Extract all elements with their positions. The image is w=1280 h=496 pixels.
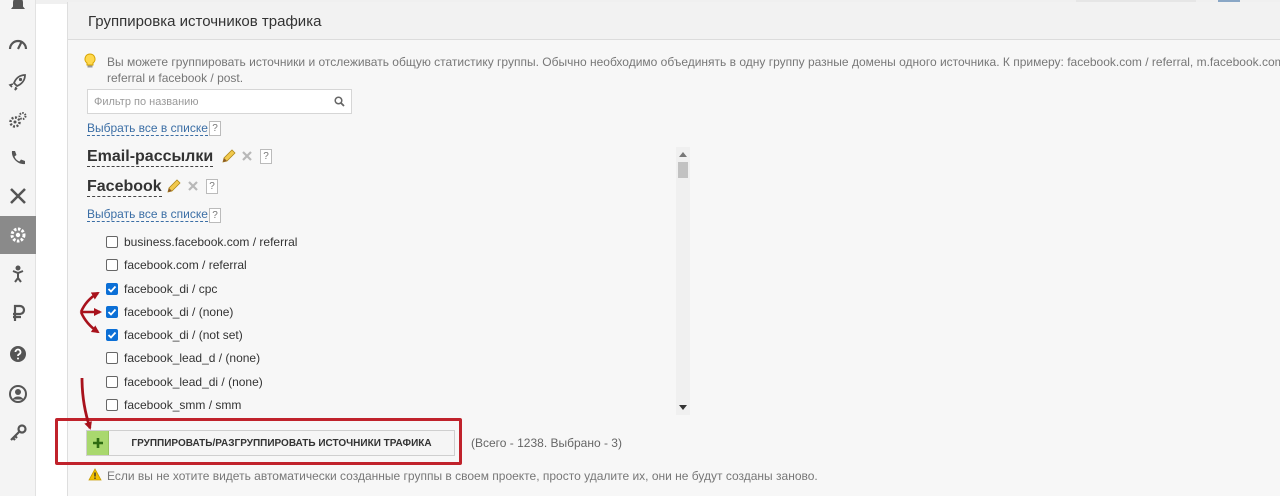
tools-icon — [10, 188, 26, 204]
help-button[interactable]: ? — [209, 208, 221, 223]
checkmark-icon — [107, 308, 117, 316]
scroll-down-button[interactable] — [676, 401, 690, 415]
list-item[interactable]: facebook_di / (not set) — [106, 326, 243, 344]
warning-icon — [88, 468, 102, 481]
help-button[interactable]: ? — [209, 121, 221, 136]
list-scrollbar[interactable] — [676, 147, 690, 415]
edit-pencil-icon[interactable] — [221, 148, 237, 164]
gears-icon — [9, 112, 27, 128]
list-item[interactable]: facebook_lead_di / (none) — [106, 373, 263, 391]
source-label: facebook_lead_d / (none) — [124, 351, 261, 365]
delete-icon[interactable] — [242, 151, 252, 161]
group-name-email[interactable]: Email-рассылки — [87, 148, 214, 167]
phone-icon — [11, 151, 25, 165]
checkbox[interactable] — [106, 376, 118, 388]
sidebar-item-access[interactable] — [0, 414, 36, 452]
source-label: facebook_di / (none) — [124, 305, 234, 319]
key-icon — [10, 424, 27, 441]
scroll-up-button[interactable] — [676, 147, 690, 161]
info-line-1: Вы можете группировать источники и отсле… — [107, 55, 1280, 69]
list-item[interactable]: facebook_lead_d / (none) — [106, 349, 260, 367]
sidebar-item-calls[interactable] — [0, 139, 36, 177]
checkbox[interactable] — [106, 352, 118, 364]
sidebar-item-settings[interactable] — [0, 216, 36, 254]
checkmark-icon — [107, 331, 117, 339]
sidebar-item-users[interactable] — [0, 255, 36, 293]
group-name-facebook[interactable]: Facebook — [87, 178, 162, 197]
checkbox[interactable] — [106, 399, 118, 411]
info-message: Вы можете группировать источники и отсле… — [107, 54, 1280, 86]
user-circle-icon — [9, 385, 27, 403]
sidebar-item-dashboard[interactable] — [0, 25, 36, 63]
lightbulb-icon — [84, 53, 96, 68]
sidebar-item-launch[interactable] — [0, 63, 36, 101]
sidebar-item-billing[interactable] — [0, 294, 36, 332]
checkbox-checked[interactable] — [106, 306, 118, 318]
filter-input[interactable] — [88, 90, 328, 113]
filter-box — [87, 89, 352, 114]
list-item[interactable]: facebook.com / referral — [106, 256, 247, 274]
sidebar-item-help[interactable] — [0, 335, 36, 373]
scroll-thumb[interactable] — [678, 162, 688, 178]
source-label: facebook.com / referral — [124, 258, 247, 272]
warning-message: Если вы не хотите видеть автоматически с… — [107, 469, 818, 483]
edit-pencil-icon[interactable] — [166, 178, 182, 194]
source-label: facebook_di / cpc — [124, 282, 218, 296]
help-icon — [10, 346, 26, 362]
ruble-icon — [13, 304, 26, 321]
bell-icon — [11, 0, 25, 9]
page-title: Группировка источников трафика — [88, 13, 322, 30]
source-label: facebook_di / (not set) — [124, 328, 243, 342]
panel-header: Группировка источников трафика — [68, 2, 1280, 40]
delete-icon[interactable] — [188, 181, 198, 191]
person-icon — [12, 265, 24, 283]
selection-counts: (Всего - 1238. Выбрано - 3) — [471, 436, 622, 450]
select-all-facebook-link[interactable]: Выбрать все в списке — [87, 207, 208, 222]
checkmark-icon — [107, 285, 117, 293]
speedometer-icon — [8, 39, 28, 50]
checkbox-checked[interactable] — [106, 283, 118, 295]
source-label: business.facebook.com / referral — [124, 235, 298, 249]
sidebar-item-notifications[interactable] — [0, 0, 36, 24]
triangle-down-icon — [679, 405, 687, 410]
triangle-up-icon — [679, 152, 687, 157]
sidebar-item-settings-group[interactable] — [0, 101, 36, 139]
annotation-highlight-box — [55, 418, 462, 465]
checkbox[interactable] — [106, 236, 118, 248]
list-item[interactable]: business.facebook.com / referral — [106, 233, 297, 251]
info-line-2: referral и facebook / post. — [107, 71, 244, 85]
list-item[interactable]: facebook_di / cpc — [106, 280, 217, 298]
checkbox[interactable] — [106, 259, 118, 271]
group-help-button[interactable]: ? — [260, 149, 272, 164]
gear-icon — [10, 227, 26, 243]
select-all-link[interactable]: Выбрать все в списке — [87, 121, 208, 136]
group-help-button[interactable]: ? — [206, 179, 218, 194]
source-label: facebook_lead_di / (none) — [124, 375, 263, 389]
sidebar-item-tools[interactable] — [0, 177, 36, 215]
source-label: facebook_smm / smm — [124, 398, 242, 412]
list-item[interactable]: facebook_smm / smm — [106, 396, 241, 414]
list-item[interactable]: facebook_di / (none) — [106, 303, 233, 321]
search-icon[interactable] — [334, 96, 345, 107]
checkbox-checked[interactable] — [106, 329, 118, 341]
sidebar-item-profile[interactable] — [0, 375, 36, 413]
rocket-icon — [8, 74, 26, 91]
left-sidebar — [0, 0, 36, 496]
